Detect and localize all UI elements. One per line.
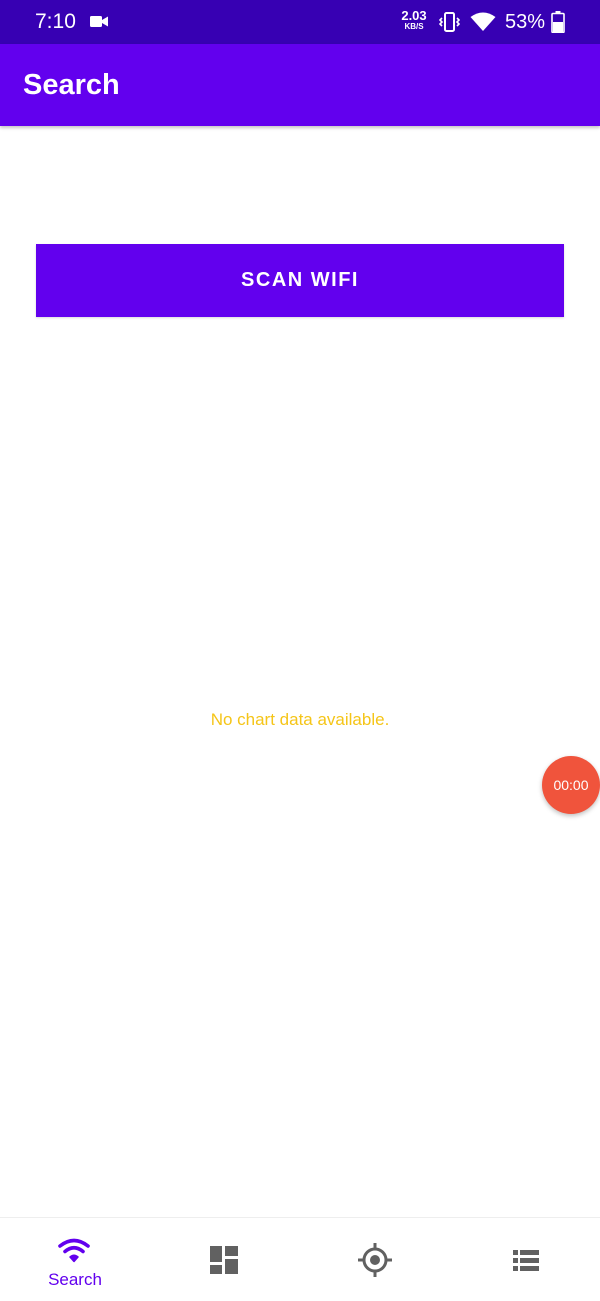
battery-percent: 53% bbox=[505, 11, 546, 33]
nav-item-location[interactable] bbox=[300, 1218, 450, 1301]
dashboard-icon bbox=[210, 1246, 238, 1274]
network-speed-value: 2.03 bbox=[401, 8, 427, 23]
network-speed: 2.03 KB/S bbox=[399, 9, 429, 31]
list-icon bbox=[513, 1250, 539, 1271]
video-camera-icon bbox=[90, 16, 108, 27]
nav-item-search[interactable]: Search bbox=[0, 1218, 150, 1301]
status-bar: 7:10 2.03 KB/S 53% bbox=[0, 0, 600, 44]
app-bar: Search bbox=[0, 44, 600, 126]
nav-label-search: Search bbox=[48, 1270, 102, 1289]
wifi-signal-icon bbox=[470, 12, 496, 31]
wifi-icon bbox=[58, 1238, 90, 1263]
network-speed-unit: KB/S bbox=[404, 22, 424, 31]
vibrate-icon bbox=[439, 12, 460, 32]
battery-icon bbox=[551, 11, 565, 33]
nav-item-list[interactable] bbox=[450, 1218, 600, 1301]
nav-item-dashboard[interactable] bbox=[150, 1218, 300, 1301]
no-chart-data-message: No chart data available. bbox=[210, 710, 390, 729]
page-title: Search bbox=[23, 69, 120, 101]
status-time: 7:10 bbox=[35, 10, 76, 33]
recording-timer-button[interactable]: 00:00 bbox=[542, 756, 600, 814]
location-target-icon bbox=[358, 1243, 392, 1277]
scan-wifi-button[interactable]: SCAN WIFI bbox=[36, 244, 564, 317]
bottom-navigation: Search bbox=[0, 1217, 600, 1301]
timer-label: 00:00 bbox=[553, 777, 589, 793]
